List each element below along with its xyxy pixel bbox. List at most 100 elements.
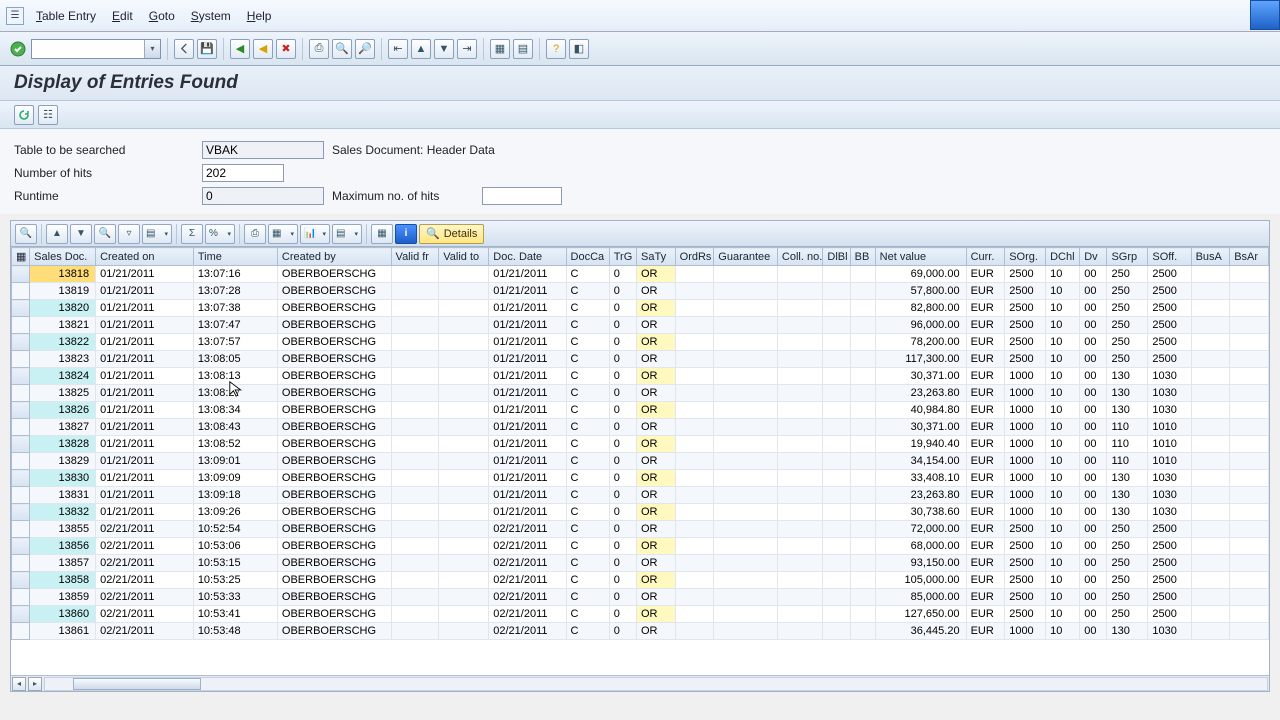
col-header[interactable]: DlBl xyxy=(823,248,850,266)
sort-asc-icon[interactable]: ▲ xyxy=(46,224,68,244)
table-row[interactable]: 1382701/21/201113:08:43OBERBOERSCHG01/21… xyxy=(12,419,1269,436)
col-header[interactable]: Guarantee xyxy=(714,248,778,266)
row-selector[interactable] xyxy=(12,317,30,334)
menu-table-entry[interactable]: Table Entry xyxy=(28,7,104,25)
row-selector[interactable] xyxy=(12,572,30,589)
sort-desc-icon[interactable]: ▼ xyxy=(70,224,92,244)
row-selector[interactable] xyxy=(12,283,30,300)
col-header[interactable]: Created on xyxy=(96,248,194,266)
col-header[interactable]: Valid to xyxy=(439,248,489,266)
col-header[interactable]: Coll. no. xyxy=(777,248,822,266)
col-header[interactable]: Dv xyxy=(1080,248,1107,266)
first-page-icon[interactable]: ⇤ xyxy=(388,39,408,59)
export-dropdown[interactable]: 📊▾ xyxy=(300,224,330,244)
col-header[interactable]: Doc. Date xyxy=(489,248,566,266)
col-header[interactable]: SaTy xyxy=(637,248,676,266)
info-icon[interactable]: i xyxy=(395,224,417,244)
row-selector[interactable] xyxy=(12,521,30,538)
col-header[interactable]: Sales Doc. xyxy=(30,248,96,266)
row-selector[interactable] xyxy=(12,606,30,623)
col-header[interactable]: DChl xyxy=(1046,248,1080,266)
filter-icon[interactable]: ▿ xyxy=(118,224,140,244)
scroll-left-icon[interactable]: ◂ xyxy=(12,677,26,691)
table-row[interactable]: 1385502/21/201110:52:54OBERBOERSCHG02/21… xyxy=(12,521,1269,538)
subtotal-dropdown[interactable]: %▾ xyxy=(205,224,235,244)
col-header[interactable]: Created by xyxy=(277,248,391,266)
table-row[interactable]: 1382001/21/201113:07:38OBERBOERSCHG01/21… xyxy=(12,300,1269,317)
table-row[interactable]: 1386002/21/201110:53:41OBERBOERSCHG02/21… xyxy=(12,606,1269,623)
window-control[interactable] xyxy=(1250,0,1280,30)
graphic-icon[interactable]: ▦ xyxy=(371,224,393,244)
command-field[interactable]: ▾ xyxy=(31,39,161,59)
row-selector[interactable] xyxy=(12,385,30,402)
grid-body[interactable]: ▦Sales Doc.Created onTimeCreated byValid… xyxy=(11,247,1269,675)
col-header[interactable]: Valid fr xyxy=(391,248,439,266)
row-selector[interactable] xyxy=(12,266,30,283)
select-all-header[interactable]: ▦ xyxy=(12,248,30,266)
col-header[interactable]: TrG xyxy=(609,248,636,266)
scroll-track[interactable] xyxy=(44,677,1268,691)
detail-icon[interactable]: 🔍 xyxy=(15,224,37,244)
print-grid-icon[interactable]: ⎙ xyxy=(244,224,266,244)
table-row[interactable]: 1382101/21/201113:07:47OBERBOERSCHG01/21… xyxy=(12,317,1269,334)
layout-icon[interactable]: ◧ xyxy=(569,39,589,59)
row-selector[interactable] xyxy=(12,368,30,385)
hits-input[interactable] xyxy=(202,164,284,182)
col-header[interactable]: SGrp xyxy=(1107,248,1148,266)
col-header[interactable]: BusA xyxy=(1191,248,1230,266)
new-session-icon[interactable]: ▦ xyxy=(490,39,510,59)
col-header[interactable]: Net value xyxy=(875,248,966,266)
table-row[interactable]: 1382201/21/201113:07:57OBERBOERSCHG01/21… xyxy=(12,334,1269,351)
table-row[interactable]: 1382301/21/201113:08:05OBERBOERSCHG01/21… xyxy=(12,351,1269,368)
col-header[interactable]: SOrg. xyxy=(1005,248,1046,266)
layout-dropdown[interactable]: ▤▾ xyxy=(332,224,362,244)
row-selector[interactable] xyxy=(12,555,30,572)
table-row[interactable]: 1381801/21/201113:07:16OBERBOERSCHG01/21… xyxy=(12,266,1269,283)
col-header[interactable]: Time xyxy=(193,248,277,266)
menu-goto[interactable]: Goto xyxy=(141,7,183,25)
prev-page-icon[interactable]: ▲ xyxy=(411,39,431,59)
back-button[interactable]: ◀ xyxy=(230,39,250,59)
table-row[interactable]: 1385802/21/201110:53:25OBERBOERSCHG02/21… xyxy=(12,572,1269,589)
table-row[interactable]: 1383001/21/201113:09:09OBERBOERSCHG01/21… xyxy=(12,470,1269,487)
col-header[interactable]: Curr. xyxy=(966,248,1005,266)
scroll-thumb[interactable] xyxy=(73,678,201,690)
row-selector[interactable] xyxy=(12,334,30,351)
row-selector[interactable] xyxy=(12,623,30,640)
col-header[interactable]: OrdRs xyxy=(675,248,714,266)
dropdown-icon[interactable]: ▾ xyxy=(144,40,160,58)
criteria-icon[interactable]: ☷ xyxy=(38,105,58,125)
row-selector[interactable] xyxy=(12,419,30,436)
find-icon[interactable]: 🔍 xyxy=(332,39,352,59)
table-row[interactable]: 1381901/21/201113:07:28OBERBOERSCHG01/21… xyxy=(12,283,1269,300)
cancel-button[interactable]: ✖ xyxy=(276,39,296,59)
app-menu-icon[interactable]: ☰ xyxy=(6,7,24,25)
col-header[interactable]: BsAr xyxy=(1230,248,1269,266)
exit-button[interactable]: ◀ xyxy=(253,39,273,59)
row-selector[interactable] xyxy=(12,470,30,487)
print-icon[interactable]: ⎙ xyxy=(309,39,329,59)
details-button[interactable]: 🔍Details xyxy=(419,224,484,244)
col-header[interactable]: BB xyxy=(850,248,875,266)
view-dropdown[interactable]: ▦▾ xyxy=(268,224,298,244)
row-selector[interactable] xyxy=(12,487,30,504)
table-row[interactable]: 1385602/21/201110:53:06OBERBOERSCHG02/21… xyxy=(12,538,1269,555)
row-selector[interactable] xyxy=(12,436,30,453)
table-row[interactable]: 1385702/21/201110:53:15OBERBOERSCHG02/21… xyxy=(12,555,1269,572)
find-next-icon[interactable]: 🔎 xyxy=(355,39,375,59)
col-header[interactable]: DocCa xyxy=(566,248,609,266)
table-row[interactable]: 1382901/21/201113:09:01OBERBOERSCHG01/21… xyxy=(12,453,1269,470)
row-selector[interactable] xyxy=(12,538,30,555)
table-row[interactable]: 1382601/21/201113:08:34OBERBOERSCHG01/21… xyxy=(12,402,1269,419)
row-selector[interactable] xyxy=(12,504,30,521)
row-selector[interactable] xyxy=(12,453,30,470)
refresh-icon[interactable] xyxy=(14,105,34,125)
row-selector[interactable] xyxy=(12,351,30,368)
table-row[interactable]: 1383201/21/201113:09:26OBERBOERSCHG01/21… xyxy=(12,504,1269,521)
col-header[interactable]: SOff. xyxy=(1148,248,1191,266)
save-icon[interactable]: 💾 xyxy=(197,39,217,59)
filter-dropdown[interactable]: ▤▾ xyxy=(142,224,172,244)
find-grid-icon[interactable]: 🔍 xyxy=(94,224,116,244)
menu-system[interactable]: System xyxy=(183,7,239,25)
row-selector[interactable] xyxy=(12,589,30,606)
